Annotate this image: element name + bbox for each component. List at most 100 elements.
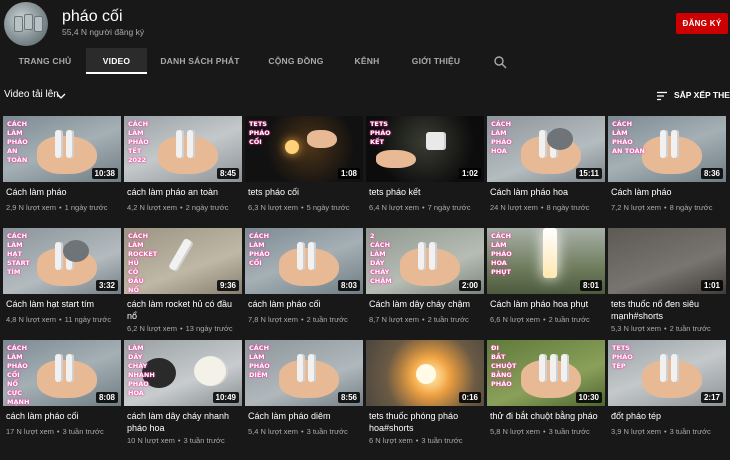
video-card[interactable]: CÁCH LÀM PHÁO AN TOÀN 8:36 Cách làm pháo 7,2 N… [608, 116, 726, 228]
video-card[interactable]: 0:16 tets thuốc phóng pháo hoa#shorts 6 N … [366, 340, 484, 452]
video-card[interactable]: CÁCH LÀM HẠT START TÍM 3:32 Cách làm hạt start… [3, 228, 121, 340]
video-duration: 8:45 [216, 168, 239, 179]
video-thumbnail[interactable]: CÁCH LÀM ROCKET HỦ CÓ ĐẦU NỔ 9:36 [124, 228, 242, 294]
subscribe-button[interactable]: ĐĂNG KÝ [676, 13, 728, 34]
video-card[interactable]: ĐI BẮT CHUỘT BẰNG PHÁO 10:30 thử đi bắt chuột … [487, 340, 605, 452]
video-card[interactable]: CÁCH LÀM PHÁO AN TOÀN 10:38 Cách làm pháo 2,9 N… [3, 116, 121, 228]
video-thumbnail[interactable]: 1:01 [608, 228, 726, 294]
video-title[interactable]: Cách làm pháo hoa phụt [490, 299, 605, 311]
video-thumbnail[interactable]: CÁCH LÀM PHÁO CỐI NỔ CỰC MẠNH 8:08 [3, 340, 121, 406]
video-views: 6,6 N lượt xem [490, 315, 540, 324]
video-thumbnail[interactable]: 2 CÁCH LÀM DÂY CHÁY CHẬM 2:00 [366, 228, 484, 294]
video-thumbnail[interactable]: CÁCH LÀM HẠT START TÍM 3:32 [3, 228, 121, 294]
video-thumbnail[interactable]: TETS PHÁO KẾT 1:02 [366, 116, 484, 182]
video-thumbnail[interactable]: LÀM DÂY CHÁY NHANH PHÁO HOA 10:49 [124, 340, 242, 406]
video-card[interactable]: LÀM DÂY CHÁY NHANH PHÁO HOA 10:49 cách làm dây … [124, 340, 242, 452]
firecracker-tube [660, 130, 668, 158]
thumbnail-caption: CÁCH LÀM PHÁO HOA [491, 120, 512, 155]
tab-channels[interactable]: KÊNH [346, 48, 388, 74]
tab-home[interactable]: TRANG CHỦ [8, 48, 82, 74]
thumbnail-caption: CÁCH LÀM HẠT START TÍM [7, 232, 30, 276]
tab-community[interactable]: CỘNG ĐỒNG [262, 48, 330, 74]
video-duration: 2:00 [458, 280, 481, 291]
sort-button[interactable]: SẮP XẾP THEO [674, 90, 730, 100]
channel-avatar[interactable] [4, 2, 48, 46]
meta-separator: • [663, 324, 667, 333]
tab-playlists[interactable]: DANH SÁCH PHÁT [156, 48, 244, 74]
video-card[interactable]: TETS PHÁO KẾT 1:02 tets pháo kết 6,4 N lượt x… [366, 116, 484, 228]
firecracker-tube [66, 130, 74, 158]
video-duration: 1:01 [700, 280, 723, 291]
video-thumbnail[interactable]: CÁCH LÀM PHÁO HOA PHỤT 8:01 [487, 228, 605, 294]
video-duration: 8:36 [700, 168, 723, 179]
video-title[interactable]: Cách làm pháo diêm [248, 411, 363, 423]
video-card[interactable]: CÁCH LÀM PHÁO DIÊM 8:56 Cách làm pháo diêm 5,4… [245, 340, 363, 452]
video-title[interactable]: đốt pháo tép [611, 411, 726, 423]
video-views: 4,2 N lượt xem [127, 203, 177, 212]
video-card[interactable]: CÁCH LÀM PHÁO CỐI NỔ CỰC MẠNH 8:08 cách làm pháo… [3, 340, 121, 452]
video-title[interactable]: tets pháo kết [369, 187, 484, 199]
thumbnail-caption: CÁCH LÀM PHÁO CỐI NỔ CỰC MẠNH [7, 344, 30, 406]
video-duration: 15:11 [575, 168, 602, 179]
video-thumbnail[interactable]: CÁCH LÀM PHÁO TẾT 2022 8:45 [124, 116, 242, 182]
firecracker-tube [561, 354, 569, 382]
video-title[interactable]: tets thuốc phóng pháo hoa#shorts [369, 411, 484, 434]
video-card[interactable]: CÁCH LÀM PHÁO CỐI 8:03 cách làm pháo cối 7,8 N… [245, 228, 363, 340]
meta-separator: • [177, 436, 181, 445]
video-age: 3 tuần trước [306, 427, 348, 436]
video-age: 1 ngày trước [64, 203, 108, 212]
uploads-filter[interactable]: Video tải lên [4, 89, 59, 100]
video-card[interactable]: CÁCH LÀM PHÁO HOA 15:11 Cách làm pháo hoa 24 N… [487, 116, 605, 228]
tab-videos[interactable]: VIDEO [86, 48, 147, 74]
video-title[interactable]: Cách làm pháo [611, 187, 726, 199]
meta-separator: • [663, 203, 667, 212]
video-thumbnail[interactable]: CÁCH LÀM PHÁO AN TOÀN 10:38 [3, 116, 121, 182]
video-thumbnail[interactable]: 0:16 [366, 340, 484, 406]
video-views: 5,4 N lượt xem [248, 427, 298, 436]
video-age: 8 ngày trước [546, 203, 590, 212]
video-age: 3 tuần trước [421, 436, 463, 445]
video-thumbnail[interactable]: TETS PHÁO CỐI 1:08 [245, 116, 363, 182]
video-thumbnail[interactable]: CÁCH LÀM PHÁO DIÊM 8:56 [245, 340, 363, 406]
meta-separator: • [663, 427, 667, 436]
firecracker-tube [187, 130, 195, 158]
video-card[interactable]: TETS PHÁO CỐI 1:08 tets pháo cối 6,3 N lượt x… [245, 116, 363, 228]
video-title[interactable]: Cách làm pháo [6, 187, 121, 199]
video-title[interactable]: cách làm pháo an toàn [127, 187, 242, 199]
video-thumbnail[interactable]: CÁCH LÀM PHÁO HOA 15:11 [487, 116, 605, 182]
video-age: 2 tuần trước [669, 324, 711, 333]
video-card[interactable]: CÁCH LÀM PHÁO TẾT 2022 8:45 cách làm pháo an t… [124, 116, 242, 228]
thumbnail-caption: LÀM DÂY CHÁY NHANH PHÁO HOA [128, 344, 155, 397]
video-duration: 10:30 [575, 392, 602, 403]
video-title[interactable]: tets pháo cối [248, 187, 363, 199]
video-title[interactable]: thử đi bắt chuột bằng pháo [490, 411, 605, 423]
firecracker-tube [418, 242, 426, 270]
video-title[interactable]: cách làm rocket hủ có đầu nổ [127, 299, 242, 322]
burst-shape [416, 364, 436, 384]
meta-separator: • [415, 436, 419, 445]
video-thumbnail[interactable]: ĐI BẮT CHUỘT BẰNG PHÁO 10:30 [487, 340, 605, 406]
video-thumbnail[interactable]: CÁCH LÀM PHÁO AN TOÀN 8:36 [608, 116, 726, 182]
search-icon[interactable] [493, 55, 507, 69]
video-thumbnail[interactable]: TETS PHÁO TÉP 2:17 [608, 340, 726, 406]
video-thumbnail[interactable]: CÁCH LÀM PHÁO CỐI 8:03 [245, 228, 363, 294]
video-card[interactable]: CÁCH LÀM PHÁO HOA PHỤT 8:01 Cách làm pháo hoa … [487, 228, 605, 340]
video-title[interactable]: cách làm pháo cối [248, 299, 363, 311]
sort-icon[interactable] [656, 90, 668, 102]
video-duration: 10:49 [212, 392, 239, 403]
video-title[interactable]: Cách làm dây cháy chậm [369, 299, 484, 311]
thumbnail-caption: TETS PHÁO KẾT [370, 120, 391, 146]
video-title[interactable]: tets thuốc nổ đen siêu mạnh#shorts [611, 299, 726, 322]
video-title[interactable]: cách làm pháo cối [6, 411, 121, 423]
video-card[interactable]: 1:01 tets thuốc nổ đen siêu mạnh#shorts 5,… [608, 228, 726, 340]
channel-name: pháo cối [62, 8, 123, 25]
video-age: 8 ngày trước [669, 203, 713, 212]
chevron-down-icon[interactable] [56, 91, 66, 101]
video-card[interactable]: CÁCH LÀM ROCKET HỦ CÓ ĐẦU NỔ 9:36 cách làm rocke… [124, 228, 242, 340]
video-card[interactable]: 2 CÁCH LÀM DÂY CHÁY CHẬM 2:00 Cách làm dây cháy… [366, 228, 484, 340]
tab-about[interactable]: GIỚI THIỆU [404, 48, 468, 74]
video-title[interactable]: cách làm dây cháy nhanh pháo hoa [127, 411, 242, 434]
video-title[interactable]: Cách làm hạt start tím [6, 299, 121, 311]
video-card[interactable]: TETS PHÁO TÉP 2:17 đốt pháo tép 3,9 N lượt xe… [608, 340, 726, 452]
video-title[interactable]: Cách làm pháo hoa [490, 187, 605, 199]
